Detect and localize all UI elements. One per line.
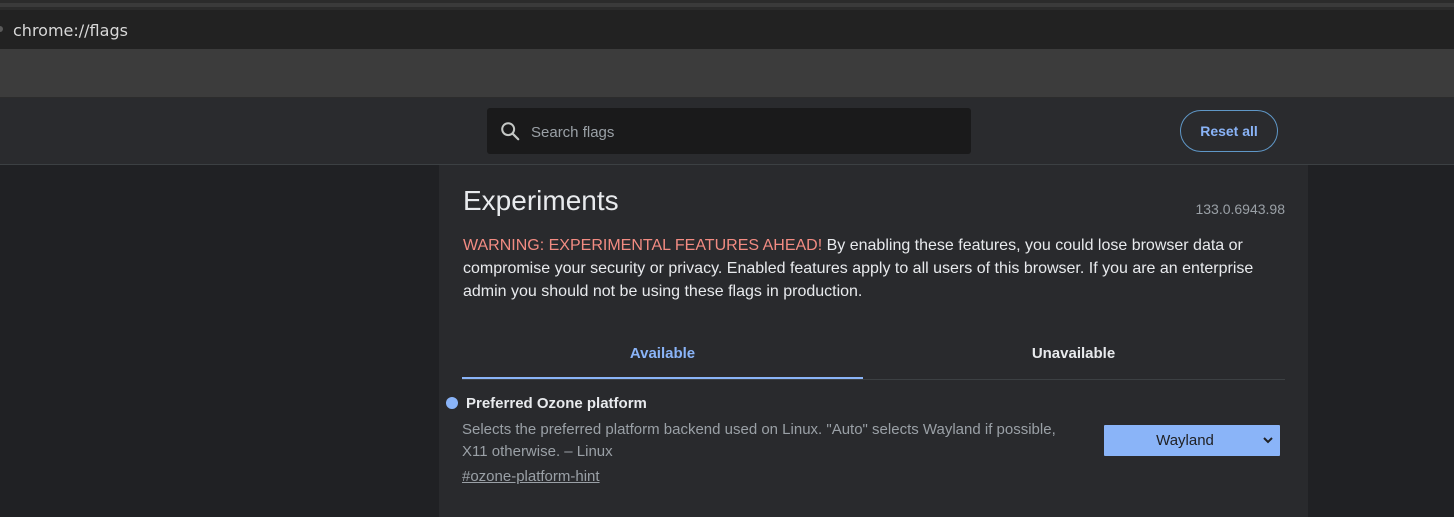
experiments-panel: Experiments 133.0.6943.98 WARNING: EXPER… bbox=[439, 165, 1308, 517]
browser-toolbar bbox=[0, 49, 1454, 98]
flags-header: Reset all bbox=[0, 98, 1454, 165]
flag-select-value: Wayland bbox=[1156, 432, 1214, 449]
tab-available[interactable]: Available bbox=[462, 329, 863, 379]
flag-item: Preferred Ozone platform Selects the pre… bbox=[439, 393, 1308, 503]
version-label: 133.0.6943.98 bbox=[1195, 201, 1285, 217]
search-icon bbox=[501, 122, 520, 141]
flag-name: Preferred Ozone platform bbox=[466, 395, 647, 412]
page-title: Experiments bbox=[463, 185, 619, 216]
tab-unavailable[interactable]: Unavailable bbox=[873, 329, 1274, 378]
top-strip-line bbox=[0, 3, 1454, 7]
flag-description: Selects the preferred platform backend u… bbox=[462, 421, 1056, 460]
address-url[interactable]: chrome://flags bbox=[13, 21, 128, 40]
chevron-down-icon bbox=[1263, 437, 1273, 444]
tab-bar: Available Unavailable bbox=[462, 329, 1285, 380]
flag-permalink[interactable]: #ozone-platform-hint bbox=[462, 468, 600, 485]
window-top-strip bbox=[0, 0, 1454, 10]
search-input[interactable] bbox=[529, 108, 963, 156]
search-box[interactable] bbox=[487, 108, 971, 156]
address-bar[interactable]: chrome://flags bbox=[0, 10, 1454, 50]
address-bar-indicator bbox=[0, 26, 3, 32]
warning-message: WARNING: EXPERIMENTAL FEATURES AHEAD! By… bbox=[463, 234, 1293, 303]
warning-label: WARNING: EXPERIMENTAL FEATURES AHEAD! bbox=[463, 237, 823, 254]
flag-select-dropdown[interactable]: Wayland bbox=[1104, 425, 1280, 456]
reset-all-button[interactable]: Reset all bbox=[1180, 110, 1278, 152]
flag-modified-dot bbox=[446, 397, 458, 409]
